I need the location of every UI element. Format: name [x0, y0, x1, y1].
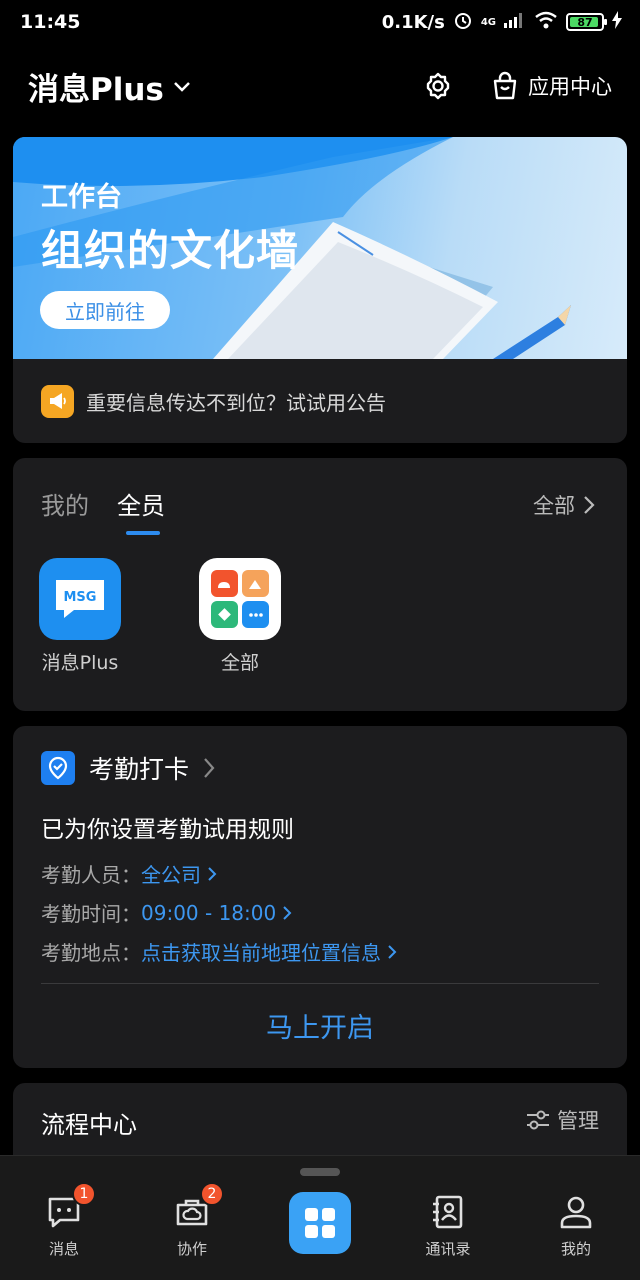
flow-center-title: 流程中心: [41, 1111, 137, 1139]
briefcase-cloud-icon: 2: [172, 1182, 224, 1232]
drag-handle[interactable]: [300, 1168, 340, 1176]
banner-card: 工作台 组织的文化墙 立即前往 重要信息传达不到位？试试用公告: [13, 137, 627, 443]
row-label: 考勤地点：: [41, 941, 141, 965]
app-center-button[interactable]: 应用中心: [490, 71, 612, 101]
row-value: 点击获取当前地理位置信息: [141, 941, 381, 965]
app-label: 消息Plus: [41, 652, 119, 674]
shopping-bag-icon: [493, 71, 517, 100]
attendance-row-staff: 考勤人员： 全公司: [41, 859, 217, 888]
sliders-icon: [527, 1110, 549, 1130]
announcement-text: 重要信息传达不到位？试试用公告: [86, 390, 386, 415]
nav-label: 消息: [48, 1240, 79, 1258]
apps-tabs: 我的 全员: [41, 486, 165, 535]
time-value[interactable]: 09:00 - 18:00: [141, 901, 292, 925]
chat-icon: 1: [44, 1182, 96, 1232]
nav-messages[interactable]: 1 消息: [19, 1182, 109, 1259]
app-center-label: 应用中心: [528, 75, 612, 99]
app-msgplus[interactable]: MSG 消息Plus: [30, 558, 130, 675]
megaphone-icon: [41, 384, 74, 418]
chevron-right-icon: [584, 496, 595, 514]
contacts-book-icon: [428, 1192, 468, 1232]
chevron-right-icon: [208, 866, 217, 881]
network-label: 4G: [480, 16, 496, 28]
msg-plus-icon: MSG: [39, 558, 121, 640]
attendance-row-time: 考勤时间： 09:00 - 18:00: [41, 898, 292, 927]
attendance-card: 考勤打卡 已为你设置考勤试用规则 考勤人员： 全公司 考勤时间： 09:00 -…: [13, 726, 627, 1068]
settings-button[interactable]: [422, 70, 454, 102]
workbench-button[interactable]: [289, 1192, 351, 1254]
unread-badge: 1: [72, 1182, 96, 1206]
attendance-row-location: 考勤地点： 点击获取当前地理位置信息: [41, 937, 397, 966]
workspace-switcher[interactable]: 消息Plus: [28, 64, 194, 109]
manage-label: 管理: [557, 1109, 599, 1133]
charging-icon: [612, 10, 622, 34]
apps-card: 我的 全员 全部 MSG 消息Plus 全部: [13, 458, 627, 711]
location-check-icon: [41, 751, 75, 785]
app-label: 全部: [220, 652, 259, 674]
enable-now-button[interactable]: 马上开启: [13, 1006, 627, 1045]
status-time: 11:45: [20, 11, 81, 33]
row-label: 考勤时间：: [41, 902, 141, 926]
app-header: 消息Plus 应用中心: [0, 60, 640, 112]
page-title: 消息Plus: [28, 71, 164, 108]
row-value: 全公司: [141, 863, 201, 887]
all-apps-grid-icon: [199, 558, 281, 640]
culture-wall-banner[interactable]: 工作台 组织的文化墙 立即前往: [13, 137, 627, 359]
row-value: 09:00 - 18:00: [141, 900, 277, 925]
attendance-title: 考勤打卡: [89, 755, 190, 784]
status-right: 0.1K/s 4G 87: [382, 10, 622, 35]
nav-contacts[interactable]: 通讯录: [403, 1192, 493, 1259]
svg-text:MSG: MSG: [64, 590, 97, 605]
signal-icon: [504, 12, 526, 33]
banner-subtitle: 工作台: [41, 182, 122, 213]
wifi-icon: [534, 11, 558, 34]
nav-profile[interactable]: 我的: [531, 1192, 621, 1259]
app-all[interactable]: 全部: [190, 558, 290, 675]
divider: [41, 983, 599, 984]
attendance-rule: 已为你设置考勤试用规则: [41, 817, 294, 843]
see-all-link[interactable]: 全部: [533, 490, 595, 520]
attendance-header[interactable]: 考勤打卡: [41, 750, 215, 786]
status-bar: 11:45 0.1K/s 4G 87: [0, 0, 640, 44]
nav-label: 我的: [560, 1240, 591, 1258]
battery-level: 87: [577, 15, 593, 29]
tab-everyone[interactable]: 全员: [117, 486, 165, 535]
tab-mine[interactable]: 我的: [41, 486, 89, 521]
user-icon: [556, 1192, 596, 1232]
gear-icon: [426, 72, 450, 100]
manage-button[interactable]: 管理: [525, 1105, 599, 1135]
nav-label: 协作: [176, 1240, 207, 1258]
bottom-nav: 1 消息 2 协作 通讯录 我的: [0, 1155, 640, 1280]
chevron-right-icon: [283, 905, 292, 920]
alarm-icon: [453, 10, 473, 35]
nav-label: 通讯录: [425, 1240, 471, 1258]
location-value[interactable]: 点击获取当前地理位置信息: [141, 937, 397, 966]
grid-icon: [305, 1208, 335, 1238]
net-speed: 0.1K/s: [381, 11, 445, 33]
see-all-label: 全部: [533, 494, 575, 518]
staff-value[interactable]: 全公司: [141, 859, 217, 888]
battery-icon: 87: [566, 13, 607, 31]
row-label: 考勤人员：: [41, 863, 141, 887]
nav-collaboration[interactable]: 2 协作: [147, 1182, 237, 1259]
go-now-button[interactable]: 立即前往: [40, 291, 170, 329]
chevron-down-icon: [173, 82, 190, 92]
banner-headline: 组织的文化墙: [41, 226, 300, 275]
chevron-right-icon: [204, 758, 215, 778]
announcement-tip[interactable]: 重要信息传达不到位？试试用公告: [13, 359, 627, 443]
chevron-right-icon: [388, 944, 397, 959]
unread-badge: 2: [200, 1182, 224, 1206]
